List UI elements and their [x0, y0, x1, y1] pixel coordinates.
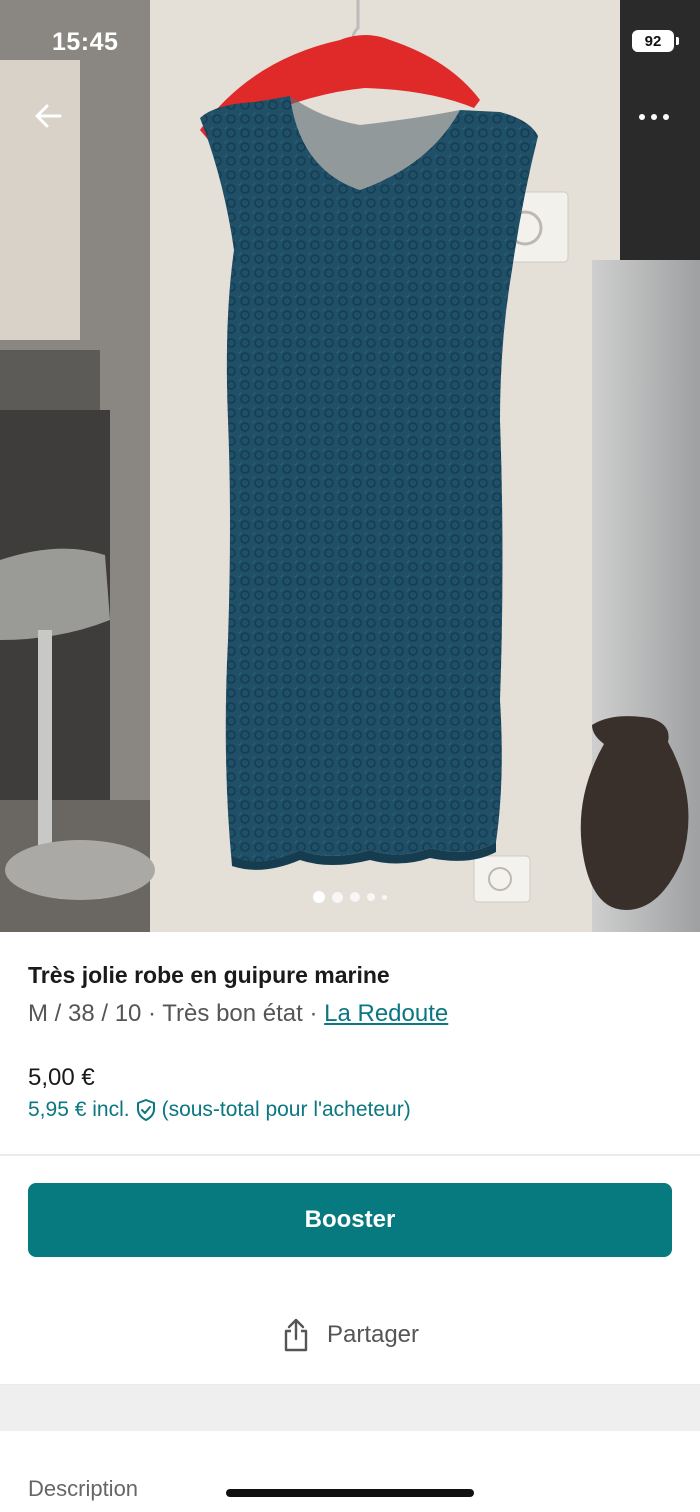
share-icon: [284, 1318, 308, 1352]
dress-image: [0, 0, 700, 932]
share-button[interactable]: Partager: [0, 1300, 700, 1370]
booster-button[interactable]: Booster: [28, 1183, 672, 1257]
product-price: 5,00 €: [28, 1064, 95, 1091]
more-options-button[interactable]: [630, 100, 674, 134]
share-label: Partager: [326, 1321, 420, 1348]
more-horizontal-icon: [639, 114, 669, 120]
shield-check-icon: [136, 1099, 155, 1121]
buyer-price[interactable]: 5,95 € incl. (sous-total pour l'acheteur…: [28, 1098, 411, 1122]
status-time: 15:45: [52, 28, 119, 56]
buyer-price-note: (sous-total pour l'acheteur): [161, 1098, 411, 1121]
back-button[interactable]: [28, 96, 68, 136]
arrow-left-icon: [35, 104, 62, 128]
section-separator: [0, 1385, 700, 1431]
description-heading: Description: [28, 1476, 139, 1501]
buyer-price-value: 5,95 € incl.: [28, 1098, 130, 1121]
battery-indicator: 92: [632, 30, 679, 52]
pagination-dot[interactable]: [350, 892, 360, 902]
pagination-dot[interactable]: [367, 893, 375, 901]
product-title: Très jolie robe en guipure marine: [28, 962, 390, 988]
product-details: M / 38 / 10 · Très bon état · La Redoute: [28, 1000, 448, 1028]
status-indicators: 92: [632, 30, 679, 52]
pagination-dot[interactable]: [313, 891, 325, 903]
product-size-condition: M / 38 / 10 · Très bon état ·: [28, 1000, 325, 1027]
divider: [0, 1154, 700, 1156]
home-indicator[interactable]: [226, 1489, 474, 1497]
pagination-dot[interactable]: [332, 891, 343, 903]
brand-link[interactable]: La Redoute: [324, 1000, 448, 1027]
photo-pagination: [0, 891, 700, 903]
pagination-dot[interactable]: [382, 894, 387, 900]
product-photo[interactable]: 15:45 92: [0, 0, 700, 932]
